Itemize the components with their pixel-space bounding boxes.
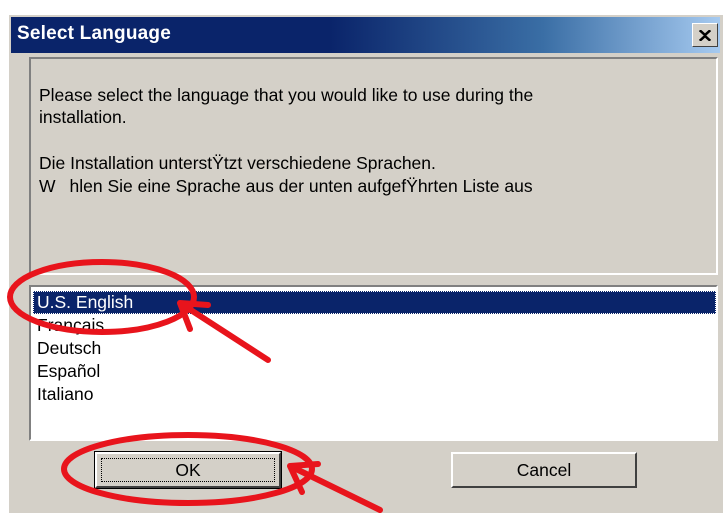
instruction-line-1: Please select the language that you woul… — [39, 85, 534, 105]
close-button[interactable] — [692, 23, 718, 47]
instruction-line-3: Die Installation unterstŸtzt verschieden… — [39, 153, 436, 173]
cancel-button[interactable]: Cancel — [451, 452, 637, 488]
language-listbox[interactable]: U.S. English Français Deutsch Español It… — [29, 285, 718, 441]
instruction-panel: Please select the language that you woul… — [29, 57, 718, 275]
select-language-dialog: Select Language Please select the langua… — [8, 14, 723, 513]
language-option-us-english[interactable]: U.S. English — [33, 291, 716, 314]
cancel-button-label: Cancel — [516, 459, 572, 480]
instruction-line-2: installation. — [39, 107, 127, 127]
dialog-title: Select Language — [17, 23, 171, 44]
ok-button[interactable]: OK — [94, 451, 282, 489]
language-option-francais[interactable]: Français — [33, 314, 104, 337]
focus-indicator — [101, 458, 275, 482]
instruction-line-4: Whlen Sie eine Sprache aus der unten au… — [39, 176, 533, 196]
close-x-icon — [699, 29, 711, 41]
language-option-italiano[interactable]: Italiano — [33, 383, 93, 406]
language-option-deutsch[interactable]: Deutsch — [33, 337, 101, 360]
title-bar[interactable]: Select Language — [11, 17, 720, 53]
language-option-espanol[interactable]: Español — [33, 360, 100, 383]
